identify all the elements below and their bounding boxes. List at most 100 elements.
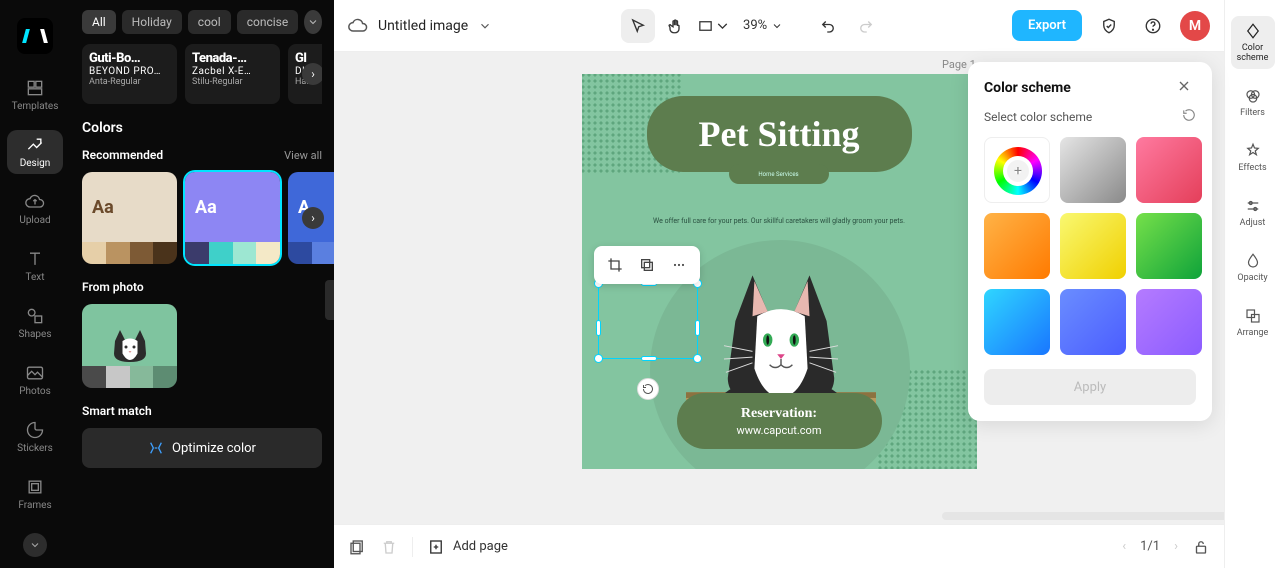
reset-scheme-button[interactable]	[1182, 108, 1196, 125]
cat-thumb	[82, 304, 177, 366]
more-options-button[interactable]	[666, 252, 692, 278]
recommended-title: Recommended	[82, 148, 163, 162]
scheme-swatch-grid: +	[984, 137, 1196, 355]
palette-card[interactable]: Aa	[185, 172, 280, 264]
design-panel: All Holiday cool concise Guti-Bo…BEYOND …	[70, 0, 334, 568]
pages-icon[interactable]	[348, 538, 366, 556]
design-canvas[interactable]: Pet Sitting Home Services We offer full …	[582, 74, 977, 469]
tab-concise[interactable]: concise	[237, 10, 299, 34]
scheme-swatch[interactable]	[1060, 137, 1126, 203]
font-line: Stilu-Regular	[192, 77, 273, 87]
help-icon[interactable]	[1136, 9, 1170, 43]
adjust-tool[interactable]: Adjust	[1231, 191, 1275, 234]
scheme-swatch[interactable]	[1060, 289, 1126, 355]
recommended-next-button[interactable]: ›	[302, 207, 324, 229]
filters-tool[interactable]: Filters	[1231, 81, 1275, 124]
nav-more-button[interactable]	[23, 533, 47, 557]
nav-templates[interactable]: Templates	[7, 73, 63, 117]
panel-collapse-handle[interactable]	[325, 280, 334, 320]
color-wheel-swatch[interactable]: +	[984, 137, 1050, 203]
add-page-label: Add page	[453, 539, 508, 554]
select-tool[interactable]	[621, 9, 655, 43]
font-card-row: Guti-Bo…BEYOND PRO…Anta-Regular Tenada-……	[82, 44, 322, 104]
scheme-swatch[interactable]	[1060, 213, 1126, 279]
nav-label: Templates	[12, 101, 59, 112]
font-line: Anta-Regular	[89, 77, 170, 87]
opacity-tool[interactable]: Opacity	[1231, 246, 1275, 289]
title-badge[interactable]: Pet Sitting Home Services	[647, 96, 912, 172]
lock-icon[interactable]	[1192, 538, 1210, 556]
scheme-swatch[interactable]	[984, 289, 1050, 355]
scheme-swatch[interactable]	[1136, 289, 1202, 355]
resize-handle[interactable]	[596, 320, 601, 336]
nav-label: Stickers	[17, 443, 53, 454]
tab-holiday[interactable]: Holiday	[122, 10, 182, 34]
resize-handle[interactable]	[693, 354, 702, 363]
from-photo-card[interactable]	[82, 304, 177, 388]
canvas-size-tool[interactable]	[697, 9, 731, 43]
scheme-swatch[interactable]	[984, 213, 1050, 279]
export-button[interactable]: Export	[1012, 10, 1082, 41]
zoom-value: 39%	[743, 18, 767, 33]
right-rail: Color scheme Filters Effects Adjust Opac…	[1224, 0, 1280, 568]
project-title[interactable]: Untitled image	[378, 18, 468, 34]
apply-button: Apply	[984, 369, 1196, 405]
palette-card[interactable]: Aa	[82, 172, 177, 264]
nav-shapes[interactable]: Shapes	[7, 301, 63, 345]
title-dropdown-icon[interactable]	[478, 19, 492, 33]
color-scheme-panel: Color scheme Select color scheme + Apply	[968, 62, 1212, 421]
optimize-color-button[interactable]: Optimize color	[82, 428, 322, 468]
prev-page-button: ‹	[1122, 539, 1126, 554]
effects-tool[interactable]: Effects	[1231, 136, 1275, 179]
description-text[interactable]: We offer full care for your pets. Our sk…	[582, 217, 977, 225]
crop-button[interactable]	[602, 252, 628, 278]
selection-box[interactable]	[598, 283, 698, 359]
undo-button[interactable]	[811, 9, 845, 43]
resize-handle[interactable]	[641, 356, 657, 361]
select-scheme-label: Select color scheme	[984, 110, 1092, 124]
color-scheme-tool[interactable]: Color scheme	[1231, 16, 1275, 69]
nav-photos[interactable]: Photos	[7, 358, 63, 402]
smart-match-title: Smart match	[82, 404, 152, 418]
tab-all[interactable]: All	[82, 10, 116, 34]
next-page-button: ›	[1174, 539, 1178, 554]
resize-handle[interactable]	[695, 320, 700, 336]
tabs-more-button[interactable]	[304, 10, 322, 34]
arrange-tool[interactable]: Arrange	[1231, 301, 1275, 344]
colors-section-title: Colors	[82, 120, 322, 136]
add-page-button[interactable]: Add page	[427, 538, 508, 556]
scheme-swatch[interactable]	[1136, 213, 1202, 279]
font-card[interactable]: Tenada-…Zacbel X-E…Stilu-Regular	[185, 44, 280, 104]
page-counter: 1/1	[1140, 539, 1160, 554]
view-all-link[interactable]: View all	[284, 149, 322, 162]
font-line: BEYOND PRO…	[89, 66, 170, 77]
user-avatar[interactable]: M	[1180, 11, 1210, 41]
nav-design[interactable]: Design	[7, 130, 63, 174]
recommended-header: Recommended View all	[82, 148, 322, 162]
nav-stickers[interactable]: Stickers	[7, 415, 63, 459]
nav-frames[interactable]: Frames	[7, 472, 63, 516]
resize-handle[interactable]	[594, 354, 603, 363]
canvas-scrollbar[interactable]	[942, 512, 1224, 520]
nav-upload[interactable]: Upload	[7, 187, 63, 231]
app-logo[interactable]	[17, 18, 53, 54]
close-button[interactable]	[1176, 78, 1196, 98]
scheme-swatch[interactable]	[1136, 137, 1202, 203]
rotate-handle[interactable]	[637, 378, 659, 400]
nav-text[interactable]: Text	[7, 244, 63, 288]
rr-label: Opacity	[1237, 273, 1267, 283]
optimize-color-label: Optimize color	[172, 441, 256, 456]
shield-icon[interactable]	[1092, 9, 1126, 43]
zoom-control[interactable]: 39%	[735, 18, 791, 33]
font-card[interactable]: Guti-Bo…BEYOND PRO…Anta-Regular	[82, 44, 177, 104]
top-bar: Untitled image 39% Export M	[334, 0, 1224, 52]
duplicate-button[interactable]	[634, 252, 660, 278]
font-row-next-button[interactable]: ›	[302, 63, 322, 85]
hand-tool[interactable]	[659, 9, 693, 43]
reservation-badge[interactable]: Reservation: www.capcut.com	[677, 393, 882, 449]
font-filter-tabs: All Holiday cool concise	[82, 10, 322, 34]
bottom-bar: Add page ‹ 1/1 ›	[334, 524, 1224, 568]
tab-cool[interactable]: cool	[188, 10, 231, 34]
title-text: Pet Sitting	[699, 113, 860, 155]
font-line: Tenada-…	[192, 51, 273, 66]
